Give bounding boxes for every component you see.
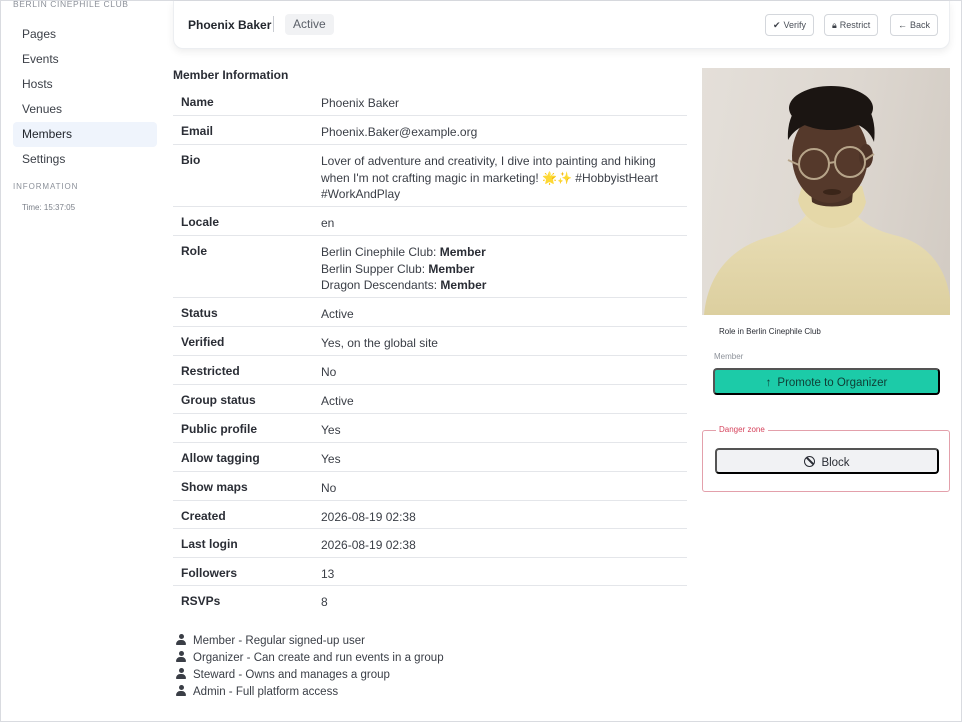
- role-list: Berlin Cinephile Club: Member Berlin Sup…: [321, 244, 683, 294]
- row-label: Allow tagging: [181, 451, 260, 465]
- row-label: Created: [181, 509, 226, 523]
- sidebar-item-settings[interactable]: Settings: [13, 147, 157, 172]
- role-entry: Berlin Supper Club: Member: [321, 261, 475, 276]
- restrict-button-label: Restrict: [839, 20, 871, 30]
- info-row-public-profile: Public profile Yes: [173, 414, 687, 443]
- portrait-illustration: [704, 86, 950, 315]
- promote-button-label: Promote to Organizer: [777, 377, 888, 389]
- info-row-name: Name Phoenix Baker: [173, 87, 687, 116]
- row-value: No: [321, 481, 337, 495]
- legend-item-admin: Admin - Full platform access: [176, 684, 444, 701]
- legend-item-member: Member - Regular signed-up user: [176, 633, 444, 650]
- club-name: BERLIN CINEPHILE CLUB: [13, 0, 129, 9]
- role-legend: Member - Regular signed-up user Organize…: [176, 633, 444, 701]
- info-row-status: Status Active: [173, 298, 687, 327]
- block-button-label: Block: [821, 457, 850, 469]
- row-value: 2026-08-19 02:38: [321, 538, 416, 552]
- user-icon: [176, 668, 186, 679]
- back-button-label: Back: [910, 20, 931, 30]
- role-in-group-heading: Role in Berlin Cinephile Club: [719, 327, 821, 336]
- row-label: RSVPs: [181, 594, 221, 608]
- check-icon: ✔: [773, 20, 781, 30]
- sidebar-item-venues[interactable]: Venues: [13, 97, 157, 122]
- info-row-role: Role Berlin Cinephile Club: Member Berli…: [173, 236, 687, 298]
- sidebar-item-events[interactable]: Events: [13, 47, 157, 72]
- row-value: Lover of adventure and creativity, I div…: [321, 154, 658, 201]
- row-label: Status: [181, 306, 218, 320]
- info-row-email: Email Phoenix.Baker@example.org: [173, 116, 687, 145]
- info-row-verified: Verified Yes, on the global site: [173, 327, 687, 356]
- information-heading: INFORMATION: [13, 182, 79, 191]
- row-label: Email: [181, 124, 214, 138]
- user-icon: [176, 685, 186, 696]
- user-icon: [176, 651, 186, 662]
- sidebar-item-hosts[interactable]: Hosts: [13, 72, 157, 97]
- row-value: Phoenix Baker: [321, 96, 400, 110]
- user-icon: [176, 634, 186, 645]
- row-label: Bio: [181, 153, 201, 167]
- row-value: 8: [321, 595, 328, 609]
- info-row-allow-tagging: Allow tagging Yes: [173, 443, 687, 472]
- row-label: Restricted: [181, 364, 240, 378]
- arrow-up-icon: ↑: [765, 377, 772, 389]
- row-label: Followers: [181, 566, 238, 580]
- row-label: Role: [181, 244, 208, 258]
- sidebar: BERLIN CINEPHILE CLUB Pages Events Hosts…: [1, 0, 161, 721]
- app-window: BERLIN CINEPHILE CLUB Pages Events Hosts…: [0, 0, 962, 722]
- info-row-followers: Followers 13: [173, 558, 687, 586]
- info-row-locale: Locale en: [173, 207, 687, 236]
- row-value: Active: [321, 394, 354, 408]
- restrict-button[interactable]: 🔒︎ Restrict: [824, 14, 879, 36]
- member-photo: [702, 68, 950, 315]
- lock-icon: 🔒︎: [832, 20, 837, 30]
- info-row-rsvps: RSVPs 8: [173, 586, 687, 614]
- row-value: No: [321, 365, 337, 379]
- info-row-group-status: Group status Active: [173, 385, 687, 414]
- verify-button[interactable]: ✔ Verify: [765, 14, 815, 36]
- status-badge: Active: [285, 14, 334, 35]
- row-label: Group status: [181, 393, 256, 407]
- row-value: en: [321, 216, 335, 230]
- row-value: Active: [321, 307, 354, 321]
- member-header: Phoenix Baker Active ✔ Verify 🔒︎ Restrict …: [173, 1, 950, 49]
- row-value: Yes: [321, 423, 341, 437]
- back-button[interactable]: ← Back: [890, 14, 939, 36]
- sidebar-item-members[interactable]: Members: [13, 122, 157, 147]
- sidebar-item-pages[interactable]: Pages: [13, 22, 157, 47]
- legend-item-organizer: Organizer - Can create and run events in…: [176, 650, 444, 667]
- role-entry: Berlin Cinephile Club: Member: [321, 245, 486, 259]
- header-divider: [273, 16, 274, 32]
- arrow-left-icon: ←: [898, 20, 907, 30]
- member-info-table: Name Phoenix Baker Email Phoenix.Baker@e…: [173, 87, 687, 614]
- row-label: Verified: [181, 335, 225, 349]
- member-name-title: Phoenix Baker: [188, 18, 272, 32]
- row-value: 13: [321, 567, 335, 581]
- ban-icon: [804, 456, 816, 467]
- legend-item-steward: Steward - Owns and manages a group: [176, 667, 444, 684]
- member-information-heading: Member Information: [173, 68, 289, 82]
- row-value: 2026-08-19 02:38: [321, 510, 416, 524]
- verify-button-label: Verify: [783, 20, 807, 30]
- row-value: Yes, on the global site: [321, 336, 438, 350]
- danger-zone-label: Danger zone: [716, 425, 768, 434]
- info-row-last-login: Last login 2026-08-19 02:38: [173, 529, 687, 558]
- info-row-show-maps: Show maps No: [173, 472, 687, 501]
- info-row-restricted: Restricted No: [173, 356, 687, 385]
- time-readout: Time: 15:37:05: [22, 203, 76, 212]
- row-label: Name: [181, 95, 214, 109]
- row-value: Yes: [321, 452, 341, 466]
- info-row-created: Created 2026-08-19 02:38: [173, 501, 687, 529]
- row-label: Last login: [181, 537, 238, 551]
- row-label: Public profile: [181, 422, 258, 436]
- row-label: Show maps: [181, 480, 248, 494]
- danger-zone: Danger zone Block: [702, 425, 950, 492]
- current-role-value: Member: [714, 352, 744, 361]
- row-value: Phoenix.Baker@example.org: [321, 125, 478, 139]
- block-button[interactable]: Block: [715, 448, 939, 474]
- row-label: Locale: [181, 215, 220, 229]
- sidebar-nav: Pages Events Hosts Venues Members Settin…: [13, 22, 157, 172]
- info-row-bio: Bio Lover of adventure and creativity, I…: [173, 145, 687, 207]
- promote-to-organizer-button[interactable]: ↑ Promote to Organizer: [713, 368, 940, 395]
- role-entry: Dragon Descendants: Member: [321, 278, 487, 292]
